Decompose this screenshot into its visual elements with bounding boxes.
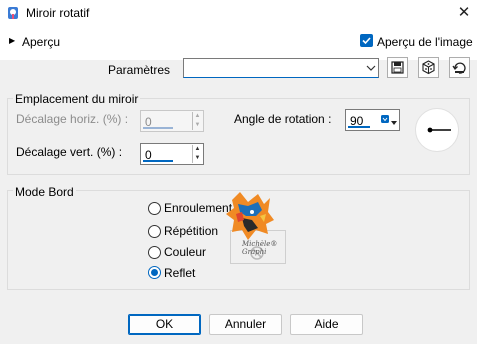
rotation-dial[interactable] bbox=[415, 108, 459, 152]
radio-couleur[interactable] bbox=[148, 246, 161, 259]
offset-h-label: Décalage horiz. (%) : bbox=[16, 112, 129, 126]
randomize-button[interactable] bbox=[418, 57, 439, 78]
watermark-logo: Michèle® Graphi bbox=[218, 190, 294, 256]
spinner-arrows-icon[interactable]: ▲ ▼ bbox=[192, 145, 202, 163]
preview-toggle-label[interactable]: Aperçu bbox=[22, 35, 60, 49]
checkmark-icon bbox=[362, 37, 371, 45]
edge-group-title: Mode Bord bbox=[13, 185, 76, 199]
ok-button[interactable]: OK bbox=[128, 314, 201, 335]
randomize-icon bbox=[422, 60, 435, 75]
angle-dropdown-icon[interactable] bbox=[391, 115, 397, 129]
option-reflet-label[interactable]: Reflet bbox=[164, 266, 195, 280]
option-couleur-label[interactable]: Couleur bbox=[164, 245, 206, 259]
mirror-group-title: Emplacement du miroir bbox=[13, 92, 141, 106]
angle-spinner[interactable]: 90 bbox=[345, 109, 400, 131]
save-preset-icon bbox=[391, 61, 404, 74]
cancel-button[interactable]: Annuler bbox=[209, 314, 282, 335]
option-repetition-label[interactable]: Répétition bbox=[164, 224, 218, 238]
expander-triangle-icon[interactable]: ▶ bbox=[9, 36, 15, 45]
watermark-text: Michèle® Graphi bbox=[242, 240, 278, 256]
preview-image-checkbox[interactable] bbox=[360, 34, 373, 47]
offset-v-label: Décalage vert. (%) : bbox=[16, 145, 123, 159]
help-button[interactable]: Aide bbox=[290, 314, 363, 335]
app-icon bbox=[6, 6, 20, 20]
offset-v-spinner[interactable]: 0 ▲ ▼ bbox=[140, 143, 204, 165]
radio-repetition[interactable] bbox=[148, 225, 161, 238]
save-preset-button[interactable] bbox=[387, 57, 408, 78]
reset-button[interactable] bbox=[449, 57, 470, 78]
mirror-placement-group bbox=[7, 98, 470, 175]
offset-h-spinner[interactable]: 0 ▲ ▼ bbox=[140, 110, 204, 132]
parameters-label: Paramètres bbox=[108, 63, 171, 77]
parameters-combo[interactable] bbox=[183, 58, 379, 78]
window-title: Miroir rotatif bbox=[26, 6, 90, 20]
radio-enroulement[interactable] bbox=[148, 202, 161, 215]
radio-reflet[interactable] bbox=[148, 266, 161, 279]
combo-arrow-icon bbox=[366, 63, 376, 74]
reset-icon bbox=[452, 62, 466, 74]
preview-image-label[interactable]: Aperçu de l'image bbox=[377, 35, 473, 49]
close-icon[interactable]: ✕ bbox=[455, 4, 473, 22]
spinner-arrows-icon[interactable]: ▲ ▼ bbox=[192, 112, 202, 130]
angle-label: Angle de rotation : bbox=[234, 112, 332, 126]
angle-stepper-icon[interactable] bbox=[381, 111, 389, 129]
dial-needle-icon bbox=[427, 127, 451, 133]
